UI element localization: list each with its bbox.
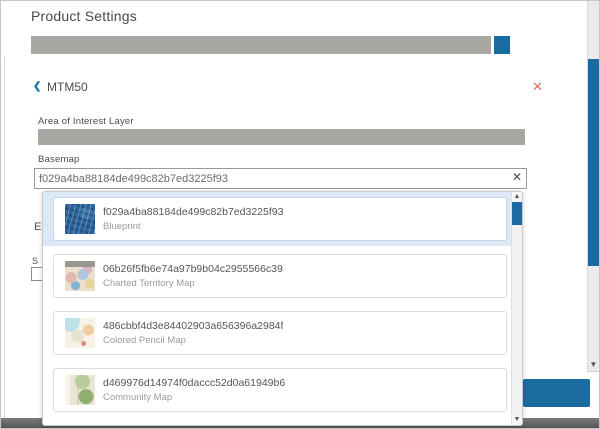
panel-title: MTM50 (47, 80, 88, 94)
community-thumbnail (65, 375, 95, 405)
page-title: Product Settings (31, 8, 137, 24)
window-scroll-down-icon[interactable]: ▼ (588, 360, 599, 370)
basemap-option-partial[interactable] (53, 425, 507, 426)
basemap-name: Charted Territory Map (103, 278, 283, 289)
basemap-name: Colored Pencil Map (103, 335, 283, 346)
basemap-id: f029a4ba88184de499c82b7ed3225f93 (103, 206, 283, 218)
basemap-name: Blueprint (103, 221, 283, 232)
basemap-id: d469976d14974f0daccc52d0a61949b6 (103, 377, 285, 389)
basemap-option-blueprint[interactable]: f029a4ba88184de499c82b7ed3225f93 Bluepri… (53, 197, 507, 241)
basemap-dropdown-list: f029a4ba88184de499c82b7ed3225f93 Bluepri… (42, 191, 523, 426)
basemap-name: Community Map (103, 392, 285, 403)
clear-input-icon[interactable]: ✕ (512, 170, 522, 184)
window-scrollbar: ▼ (587, 1, 599, 372)
close-icon[interactable]: ✕ (532, 79, 543, 95)
blueprint-thumbnail (65, 204, 95, 234)
basemap-option-colored-pencil[interactable]: 486cbbf4d3e84402903a656396a2984f Colored… (53, 311, 507, 355)
basemap-id: 06b26f5fb6e74a97b9b04c2955566c39 (103, 263, 283, 275)
basemap-id: 486cbbf4d3e84402903a656396a2984f (103, 320, 283, 332)
obscured-field-label-fragment: S (32, 256, 38, 266)
placeholder-accent-square (494, 36, 510, 54)
modal-left-border (4, 57, 5, 418)
aoi-layer-label: Area of Interest Layer (38, 116, 134, 127)
colored-pencil-thumbnail (65, 318, 95, 348)
window-scrollbar-thumb[interactable] (588, 59, 599, 266)
basemap-option-charted-territory[interactable]: 06b26f5fb6e74a97b9b04c2955566c39 Charted… (53, 254, 507, 298)
scroll-up-icon[interactable]: ▲ (512, 192, 522, 202)
product-settings-window: Product Settings ❮ MTM50 ✕ Area of Inter… (0, 0, 600, 429)
primary-action-button[interactable] (523, 379, 590, 407)
charted-territory-thumbnail (65, 261, 95, 291)
basemap-label: Basemap (38, 154, 80, 165)
loading-placeholder-bar (31, 36, 491, 54)
basemap-input[interactable] (34, 168, 527, 189)
scroll-down-icon[interactable]: ▼ (512, 415, 522, 425)
dropdown-scrollbar-thumb[interactable] (512, 202, 522, 225)
aoi-layer-placeholder-bar (38, 129, 525, 145)
obscured-field-label-fragment: E (34, 221, 41, 233)
basemap-option-community[interactable]: d469976d14974f0daccc52d0a61949b6 Communi… (53, 368, 507, 412)
back-chevron-icon[interactable]: ❮ (33, 81, 41, 92)
dropdown-scrollbar: ▲ ▼ (511, 192, 522, 425)
